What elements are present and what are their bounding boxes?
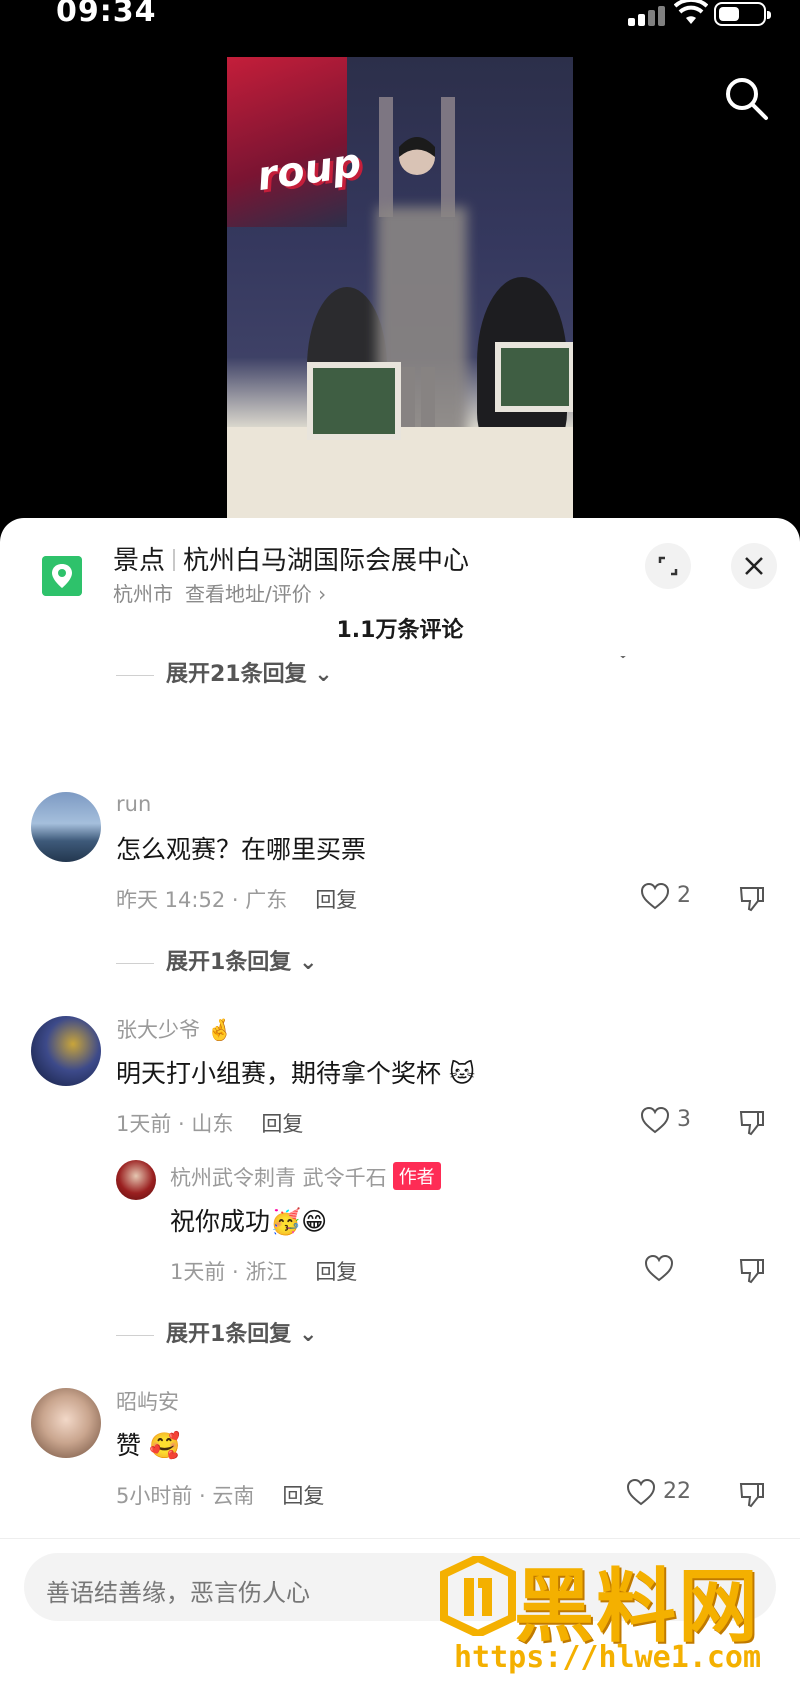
location-city: 杭州市	[113, 582, 173, 606]
location-category: 景点	[113, 546, 166, 576]
status-time: 09:34	[56, 0, 157, 29]
like-button[interactable]	[644, 1254, 674, 1282]
comment-text: 赞 🥰	[116, 1431, 181, 1460]
close-button[interactable]	[731, 543, 777, 589]
divider-line	[116, 674, 154, 676]
battery-icon	[714, 2, 771, 26]
heart-icon	[626, 1478, 656, 1506]
avatar[interactable]	[31, 1388, 101, 1458]
location-title[interactable]: 景点 杭州白马湖国际会展中心	[113, 540, 469, 577]
dislike-icon[interactable]	[738, 1480, 766, 1508]
expand-replies[interactable]: 展开1条回复 ⌄	[116, 1316, 317, 1348]
location-subtitle[interactable]: 杭州市 查看地址/评价 ›	[113, 578, 326, 607]
reply-link[interactable]: 回复	[261, 1112, 303, 1136]
comment-meta: 昨天 14:52 · 广东 回复	[116, 884, 357, 914]
divider-line	[116, 1334, 154, 1336]
comment-text: 明天打小组赛，期待拿个奖杯 🐱	[116, 1059, 476, 1088]
signal-icon	[628, 4, 668, 26]
avatar[interactable]	[31, 1016, 101, 1086]
comment-meta-text: 1天前 · 浙江	[170, 1260, 288, 1284]
watermark-url: https://hlwe1.com	[454, 1640, 762, 1675]
video-sofa	[227, 427, 573, 519]
heart-icon	[640, 1106, 670, 1134]
comment-author[interactable]: 张大少爷 🤞	[116, 1014, 233, 1044]
like-button[interactable]: 22	[626, 1478, 691, 1506]
comment-author[interactable]: 昭屿安	[116, 1386, 179, 1416]
search-icon[interactable]	[722, 74, 770, 122]
location-name: 杭州白马湖国际会展中心	[183, 546, 470, 576]
expand-replies-label: 展开1条回复	[166, 950, 292, 975]
like-count: 3	[677, 1107, 691, 1132]
expand-replies[interactable]: 展开1条回复 ⌄	[116, 944, 317, 976]
comment-count: 1.1万条评论	[336, 618, 464, 643]
dislike-icon[interactable]	[738, 1256, 766, 1284]
comment-author[interactable]: run	[116, 792, 151, 816]
video-banner	[227, 57, 347, 227]
dislike-icon[interactable]	[738, 1108, 766, 1136]
close-icon	[745, 557, 763, 575]
expand-replies-label: 展开1条回复	[166, 1322, 292, 1347]
reply-text: 祝你成功🥳😁	[170, 1207, 328, 1236]
reply-link[interactable]: 回复	[315, 1260, 357, 1284]
like-button[interactable]: 2	[640, 882, 691, 910]
reply-author[interactable]: 杭州武令刺青 武令千石 作者	[170, 1162, 441, 1192]
comment-meta-text: 昨天 14:52 · 广东	[116, 888, 288, 912]
location-pin-icon	[42, 556, 82, 596]
heart-icon	[644, 1254, 674, 1282]
watermark: 黑料网 https://hlwe1.com	[438, 1548, 778, 1678]
avatar[interactable]	[31, 792, 101, 862]
comment-meta: 1天前 · 山东 回复	[116, 1108, 303, 1138]
like-count: 2	[677, 883, 691, 908]
like-button[interactable]: 3	[640, 1106, 691, 1134]
wifi-icon	[674, 0, 708, 24]
status-bar: 09:34	[0, 0, 800, 40]
watermark-logo-icon	[440, 1556, 516, 1636]
expand-replies[interactable]: 展开21条回复 ⌄	[116, 656, 333, 688]
like-count: 22	[663, 1479, 691, 1504]
heart-icon	[640, 882, 670, 910]
video-board-left	[307, 362, 401, 440]
location-link[interactable]: 查看地址/评价 ›	[185, 582, 326, 606]
reply-author-name: 杭州武令刺青 武令千石	[170, 1166, 387, 1190]
comment-meta-text: 5小时前 · 云南	[116, 1484, 255, 1508]
comment-text: 怎么观赛？在哪里买票	[116, 835, 367, 864]
video-player[interactable]: roup	[227, 57, 573, 519]
comment-sheet: 景点 杭州白马湖国际会展中心 杭州市 查看地址/评价 › 1.1万条评论 1天前 ·…	[0, 518, 800, 1695]
dislike-icon[interactable]	[738, 884, 766, 912]
avatar[interactable]	[116, 1160, 156, 1200]
comment-input-placeholder: 善语结善缘，恶言伤人心	[46, 1579, 310, 1607]
reply-meta: 1天前 · 浙江 回复	[170, 1256, 357, 1286]
reply-link[interactable]: 回复	[282, 1484, 324, 1508]
video-board-right	[495, 342, 573, 412]
expand-button[interactable]	[645, 543, 691, 589]
comment-meta: 5小时前 · 云南 回复	[116, 1480, 324, 1510]
comment-meta-text: 1天前 · 山东	[116, 1112, 234, 1136]
expand-replies-label: 展开21条回复	[166, 662, 307, 687]
author-badge: 作者	[392, 1162, 441, 1190]
divider-line	[116, 962, 154, 964]
reply-link[interactable]: 回复	[315, 888, 357, 912]
expand-icon	[658, 556, 678, 576]
